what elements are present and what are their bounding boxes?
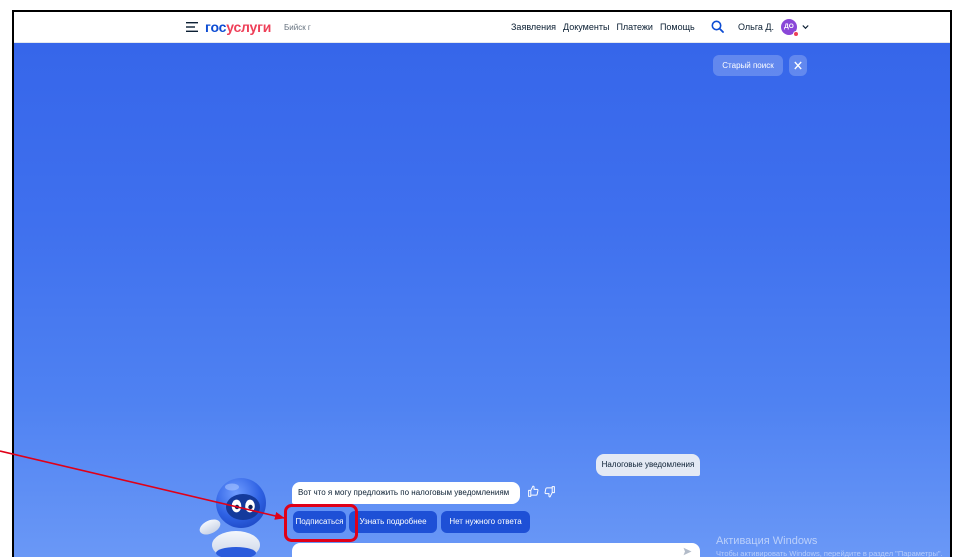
top-header: госуслуги Бийск г Заявления Документы Пл…: [14, 12, 950, 43]
thumbs-down-icon[interactable]: [543, 485, 556, 498]
robot-assistant-icon: [199, 478, 266, 557]
main-nav: Заявления Документы Платежи Помощь: [511, 21, 695, 33]
close-button[interactable]: [789, 55, 807, 76]
quick-reply-learn-more[interactable]: Узнать подробнее: [349, 511, 437, 533]
logo-part-uslugi: услуги: [226, 19, 272, 35]
gosuslugi-logo[interactable]: госуслуги: [205, 18, 271, 36]
quick-reply-subscribe[interactable]: Подписаться: [293, 511, 346, 533]
nav-link-help[interactable]: Помощь: [660, 21, 695, 33]
assistant-chat-area: Старый поиск Налоговые уведомления Вот ч…: [14, 43, 950, 557]
bot-message-bubble: Вот что я могу предложить по налоговым у…: [292, 482, 520, 504]
chevron-down-icon[interactable]: [802, 24, 809, 30]
location-selector[interactable]: Бийск г: [284, 22, 311, 33]
user-message-bubble: Налоговые уведомления: [596, 454, 700, 476]
nav-link-documents[interactable]: Документы: [563, 21, 609, 33]
screenshot-frame: госуслуги Бийск г Заявления Документы Пл…: [12, 10, 952, 557]
send-icon[interactable]: [683, 547, 692, 556]
thumbs-up-icon[interactable]: [527, 485, 540, 498]
nav-link-applications[interactable]: Заявления: [511, 21, 556, 33]
windows-activation-subtitle: Чтобы активировать Windows, перейдите в …: [716, 549, 943, 557]
nav-link-payments[interactable]: Платежи: [616, 21, 653, 33]
quick-reply-no-answer[interactable]: Нет нужного ответа: [441, 511, 530, 533]
user-name[interactable]: Ольга Д.: [738, 21, 774, 33]
notification-dot: [793, 31, 799, 37]
old-search-button[interactable]: Старый поиск: [713, 55, 783, 76]
close-icon: [794, 61, 802, 70]
windows-activation-title: Активация Windows: [716, 535, 818, 547]
logo-part-gos: гос: [205, 19, 227, 35]
search-icon[interactable]: [711, 20, 724, 33]
chat-input[interactable]: [292, 543, 700, 557]
menu-icon[interactable]: [186, 22, 198, 32]
